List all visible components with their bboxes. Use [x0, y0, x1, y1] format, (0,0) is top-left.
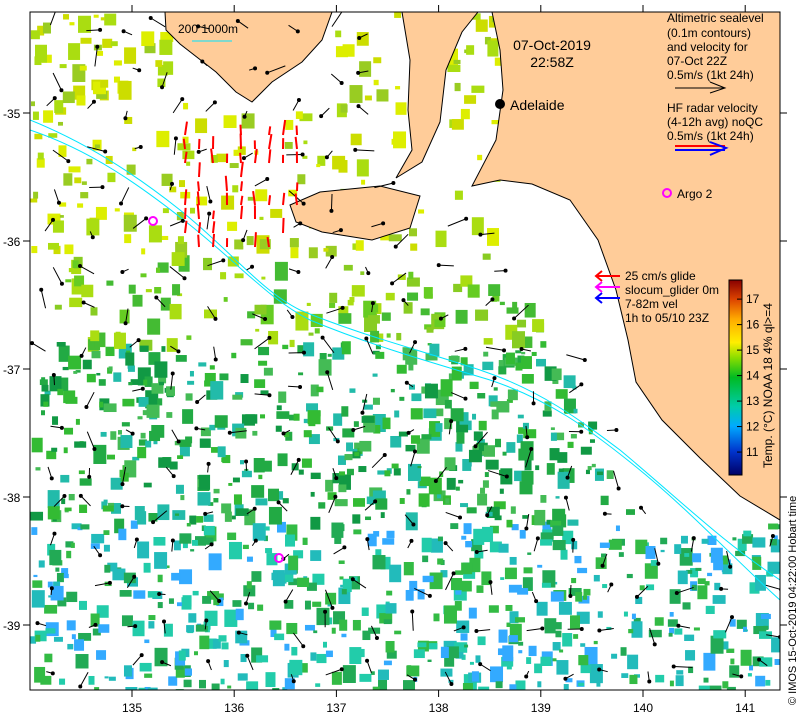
colorbar-tick-label: 15 — [746, 343, 760, 357]
lon-tick-label: 136 — [224, 701, 244, 715]
svg-text:and velocity for: and velocity for — [667, 40, 748, 54]
credit: © IMOS 15-Oct-2019 04:22:00 Hobart time — [787, 496, 799, 705]
svg-text:(4-12h avg) noQC: (4-12h avg) noQC — [667, 115, 763, 129]
lon-tick-label: 135 — [122, 701, 142, 715]
sst-map: 200 1000m 07-Oct-2019 22:58Z Adelaide Al… — [3, 5, 799, 715]
svg-text:Altimetric sealevel: Altimetric sealevel — [667, 11, 764, 25]
colorbar-tick-label: 13 — [746, 394, 760, 408]
colorbar-tick-label: 12 — [746, 420, 760, 434]
colorbar-label: Temp. (°C) NOAA 18 4% ql>=4 — [761, 303, 775, 468]
colorbar-tick-label: 16 — [746, 318, 760, 332]
argo-label: Argo 2 — [677, 187, 713, 201]
svg-text:07-Oct 22Z: 07-Oct 22Z — [667, 54, 727, 68]
lon-tick-label: 138 — [429, 701, 449, 715]
colorbar-tick-label: 14 — [746, 369, 760, 383]
city-label-adelaide: Adelaide — [510, 97, 565, 113]
svg-text:25 cm/s glide: 25 cm/s glide — [625, 269, 696, 283]
lat-tick-label: -37 — [3, 363, 21, 377]
lon-tick-label: 139 — [531, 701, 551, 715]
svg-text:0.5m/s (1kt 24h): 0.5m/s (1kt 24h) — [667, 68, 754, 82]
map-time: 22:58Z — [530, 54, 574, 70]
colorbar-tick-label: 11 — [746, 445, 759, 459]
lat-tick-label: -39 — [3, 619, 21, 633]
lon-tick-label: 140 — [633, 701, 653, 715]
colorbar-tick-label: 17 — [746, 292, 760, 306]
svg-text:7-82m vel: 7-82m vel — [625, 297, 678, 311]
lat-tick-label: -35 — [3, 107, 21, 121]
lon-tick-label: 137 — [326, 701, 346, 715]
lon-tick-label: 141 — [735, 701, 755, 715]
svg-text:HF radar velocity: HF radar velocity — [667, 101, 758, 115]
scale-label: 200 1000m — [178, 22, 238, 36]
svg-text:slocum_glider 0m: slocum_glider 0m — [625, 283, 719, 297]
lat-tick-label: -38 — [3, 491, 21, 505]
map-date: 07-Oct-2019 — [513, 37, 591, 53]
adelaide-marker[interactable] — [495, 99, 505, 109]
svg-text:1h to 05/10 23Z: 1h to 05/10 23Z — [625, 311, 709, 325]
svg-text:(0.1m contours): (0.1m contours) — [667, 26, 751, 40]
lat-tick-label: -36 — [3, 235, 21, 249]
svg-text:0.5m/s (1kt 24h): 0.5m/s (1kt 24h) — [667, 129, 754, 143]
